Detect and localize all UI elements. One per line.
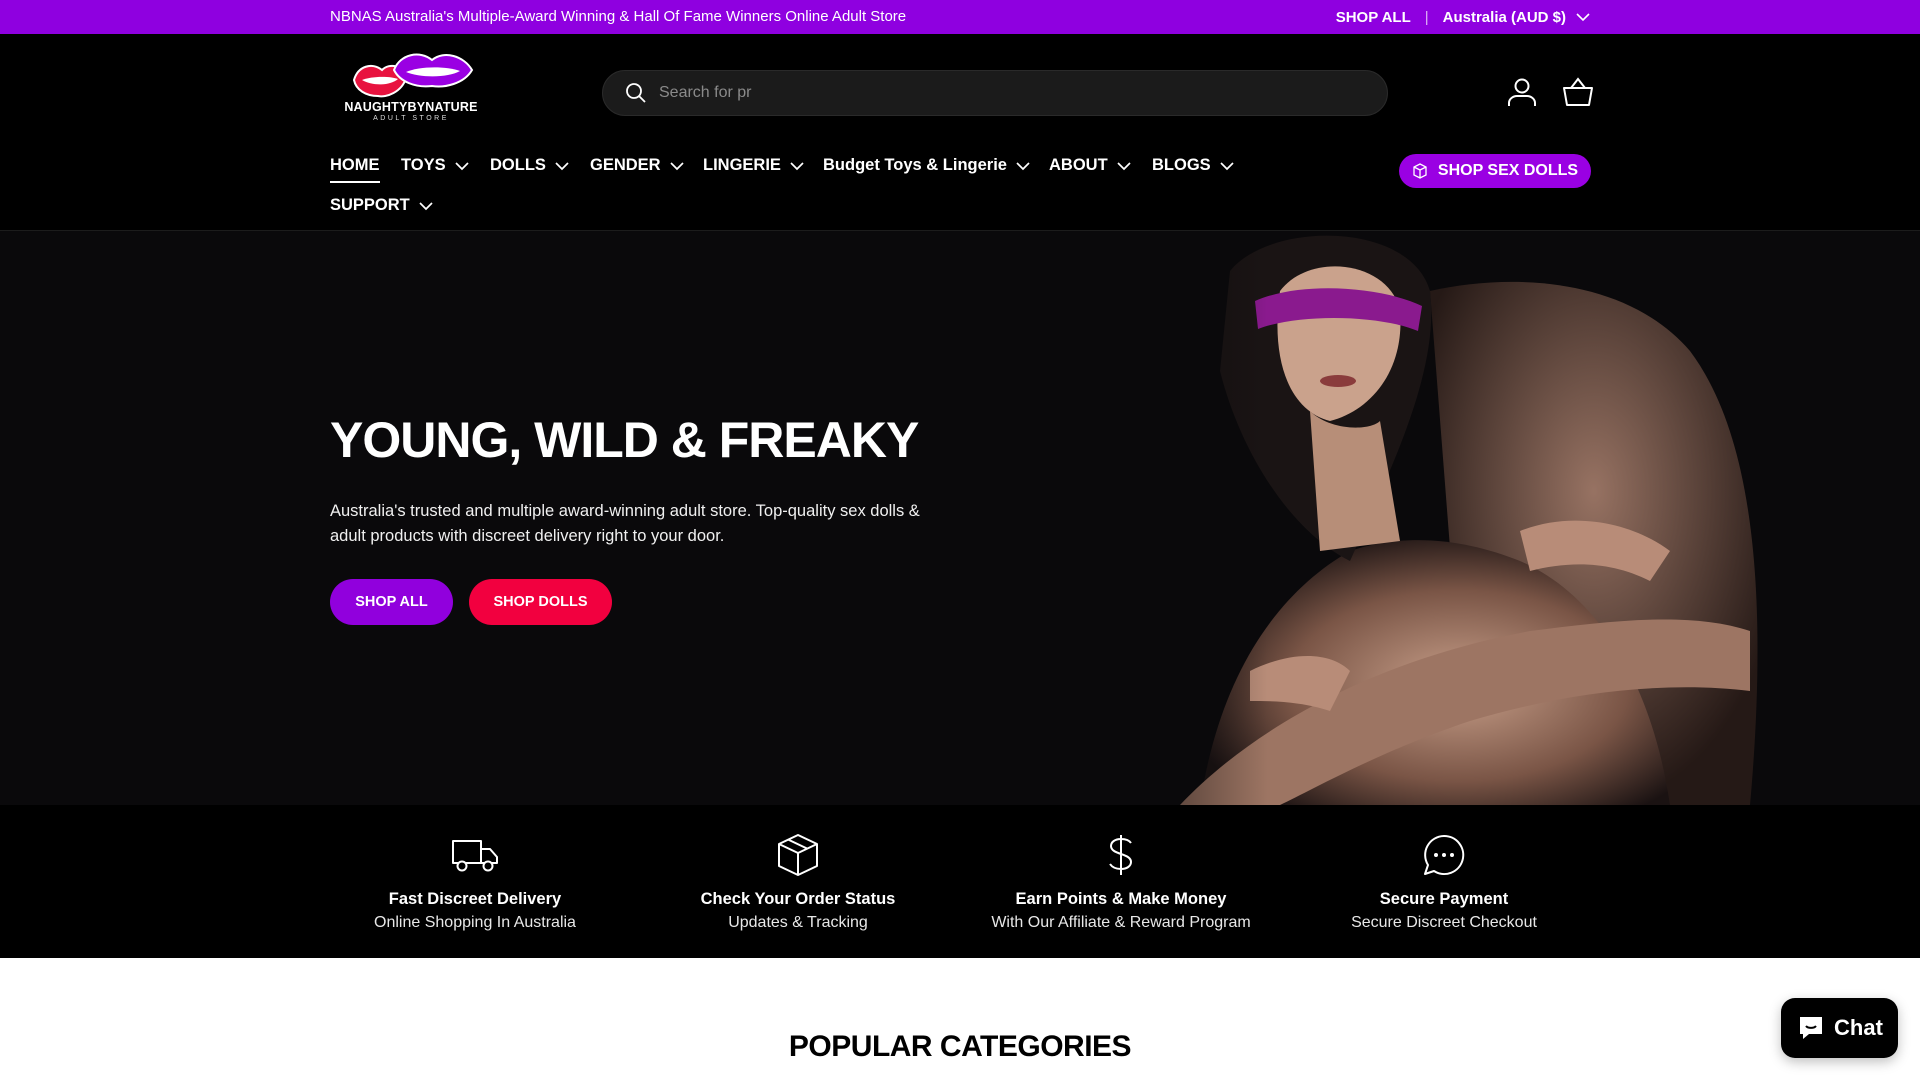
- feature-subtitle: Secure Discreet Checkout: [1351, 914, 1537, 931]
- feature-title: Earn Points & Make Money: [1015, 890, 1227, 908]
- nav-item-about[interactable]: ABOUT: [1049, 156, 1132, 175]
- chevron-down-icon: [455, 161, 469, 170]
- nav-item-budget[interactable]: Budget Toys & Lingerie: [823, 156, 1031, 175]
- feature-payment: Secure Payment Secure Discreet Checkout: [1294, 831, 1594, 935]
- box-icon: [1413, 163, 1427, 179]
- nav-label: HOME: [330, 156, 380, 183]
- nav-label: ABOUT: [1049, 156, 1108, 174]
- hero-banner: YOUNG, WILD & FREAKY Australia's trusted…: [0, 231, 1920, 805]
- nav-item-dolls[interactable]: DOLLS: [490, 156, 570, 175]
- country-selector[interactable]: Australia (AUD $): [1443, 9, 1590, 26]
- lips-logo-icon: [352, 53, 474, 98]
- nav-label: GENDER: [590, 156, 661, 174]
- chevron-down-icon: [790, 161, 804, 170]
- feature-delivery: Fast Discreet Delivery Online Shopping I…: [325, 831, 625, 935]
- store-logo[interactable]: NAUGHTYBYNATURE ADULT STORE: [340, 48, 480, 128]
- chevron-down-icon: [669, 161, 684, 170]
- hero-photo: [1050, 231, 1920, 805]
- hero-title: YOUNG, WILD & FREAKY: [330, 412, 919, 468]
- nav-label: DOLLS: [490, 156, 546, 174]
- feature-rewards: Earn Points & Make Money With Our Affili…: [971, 831, 1271, 935]
- nav-label: LINGERIE: [703, 156, 781, 174]
- cta-label: SHOP SEX DOLLS: [1437, 162, 1579, 179]
- chevron-down-icon: [1220, 161, 1234, 170]
- feature-order-status: Check Your Order Status Updates & Tracki…: [648, 831, 948, 935]
- announcement-bar: NBNAS Australia's Multiple-Award Winning…: [0, 0, 1920, 34]
- nav-item-toys[interactable]: TOYS: [401, 156, 470, 175]
- nav-item-home[interactable]: HOME: [330, 156, 380, 183]
- nav-label: BLOGS: [1152, 156, 1211, 174]
- user-icon: [1508, 78, 1536, 106]
- search-icon: [626, 83, 646, 103]
- feature-title: Check Your Order Status: [700, 890, 896, 908]
- feature-title: Secure Payment: [1379, 890, 1509, 908]
- nav-item-blogs[interactable]: BLOGS: [1152, 156, 1235, 175]
- site-header: NAUGHTYBYNATURE ADULT STORE HOME TOYS DO…: [0, 34, 1920, 231]
- box-icon: [778, 834, 818, 876]
- account-button[interactable]: [1504, 74, 1540, 110]
- feature-subtitle: Online Shopping In Australia: [374, 914, 576, 931]
- feature-strip: Fast Discreet Delivery Online Shopping I…: [0, 805, 1920, 958]
- chat-label: Chat: [1834, 1015, 1883, 1040]
- truck-icon: [452, 840, 498, 872]
- topbar-shop-all-link[interactable]: SHOP ALL: [1336, 9, 1411, 26]
- chevron-down-icon: [1576, 12, 1590, 21]
- feature-title: Fast Discreet Delivery: [388, 890, 562, 908]
- chat-widget-button[interactable]: Chat: [1781, 998, 1898, 1058]
- nav-label: TOYS: [401, 156, 446, 174]
- popular-categories-heading: POPULAR CATEGORIES: [788, 1030, 1132, 1063]
- topbar-separator: |: [1424, 8, 1429, 26]
- logo-subtitle: ADULT STORE: [373, 115, 449, 122]
- logo-wordmark: NAUGHTYBYNATURE: [344, 100, 478, 114]
- dollar-icon: [1109, 835, 1133, 875]
- announcement-right: SHOP ALL | Australia (AUD $): [1336, 0, 1590, 34]
- nav-label: SUPPORT: [330, 196, 410, 214]
- chevron-down-icon: [555, 161, 569, 170]
- basket-icon: [1563, 77, 1593, 106]
- feature-subtitle: With Our Affiliate & Reward Program: [991, 914, 1251, 931]
- hero-shop-dolls-button[interactable]: SHOP DOLLS: [469, 579, 612, 625]
- chevron-down-icon: [1016, 161, 1030, 170]
- hero-shop-all-button[interactable]: SHOP ALL: [330, 579, 453, 625]
- cart-button[interactable]: [1560, 74, 1596, 110]
- hero-text: Australia's trusted and multiple award-w…: [330, 502, 920, 545]
- nav-item-support[interactable]: SUPPORT: [330, 196, 434, 215]
- nav-item-gender[interactable]: GENDER: [590, 156, 685, 175]
- nav-label: Budget Toys & Lingerie: [823, 156, 1007, 174]
- search-bar[interactable]: [602, 70, 1388, 116]
- chevron-down-icon: [1117, 161, 1131, 170]
- chevron-down-icon: [419, 201, 433, 210]
- country-label: Australia (AUD $): [1442, 8, 1566, 26]
- search-input[interactable]: [659, 84, 1359, 102]
- chat-bubble-icon: [1424, 834, 1465, 875]
- chat-icon: [1800, 1017, 1823, 1039]
- nav-item-lingerie[interactable]: LINGERIE: [703, 156, 805, 175]
- feature-subtitle: Updates & Tracking: [728, 914, 868, 931]
- shop-sex-dolls-button[interactable]: SHOP SEX DOLLS: [1399, 154, 1591, 188]
- announcement-message: NBNAS Australia's Multiple-Award Winning…: [330, 8, 907, 25]
